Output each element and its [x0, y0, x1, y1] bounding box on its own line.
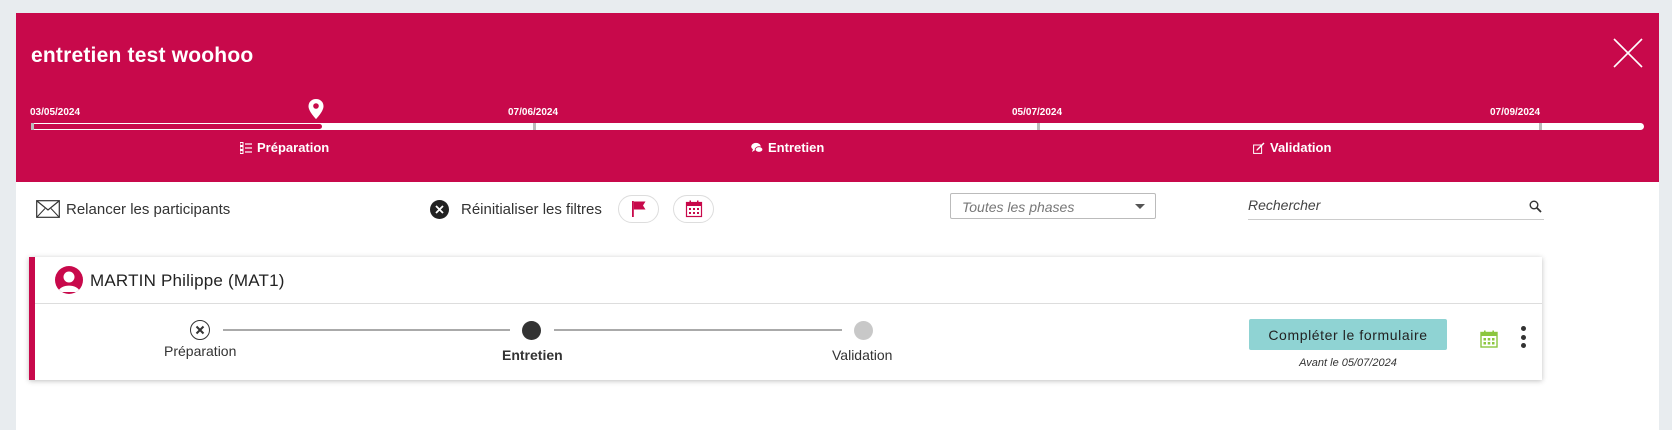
map-pin-icon [308, 99, 324, 119]
phase-label: Préparation [257, 140, 330, 155]
step-upcoming-dot [854, 321, 873, 340]
phase-label: Entretien [768, 140, 825, 155]
step-label-entretien: Entretien [502, 347, 563, 363]
reset-filters-label: Réinitialiser les filtres [461, 201, 602, 218]
relancer-label: Relancer les participants [66, 200, 231, 218]
step-label-preparation: Préparation [164, 343, 237, 359]
timeline-tick [533, 123, 536, 130]
kebab-menu-icon[interactable] [1519, 326, 1527, 348]
participant-stepper: Préparation Entretien Validation Complét… [35, 305, 1542, 380]
step-current-dot [522, 321, 541, 340]
campaign-header: entretien test woohoo 03/05/2024 07/06/2… [16, 13, 1659, 182]
campaign-panel: entretien test woohoo 03/05/2024 07/06/2… [16, 13, 1659, 430]
calendar-filter-button[interactable] [673, 195, 714, 223]
phase-label: Validation [1270, 140, 1332, 155]
deadline-text: Avant le 05/07/2024 [1299, 357, 1397, 369]
search-icon[interactable] [1529, 200, 1542, 213]
checklist-icon [240, 141, 252, 154]
timeline-date-end: 07/09/2024 [1490, 107, 1541, 118]
relancer-participants-button[interactable]: Relancer les participants [36, 199, 230, 219]
phase-entretien: Entretien [751, 140, 824, 155]
chat-icon [751, 142, 763, 153]
timeline-date-start: 03/05/2024 [30, 107, 81, 118]
step-connector [223, 329, 510, 331]
timeline-progress [32, 124, 322, 129]
search-box [1248, 193, 1544, 220]
participant-name: MARTIN Philippe (MAT1) [90, 271, 285, 290]
flag-icon [631, 201, 645, 217]
campaign-title: entretien test woohoo [31, 44, 254, 67]
phase-preparation: Préparation [240, 140, 329, 155]
flag-filter-button[interactable] [618, 195, 659, 223]
envelope-icon [36, 200, 60, 218]
timeline-tick [31, 123, 34, 130]
chevron-down-icon [1135, 204, 1145, 209]
calendar-icon[interactable] [1480, 330, 1498, 348]
search-input[interactable] [1248, 193, 1508, 217]
timeline-track [31, 123, 1644, 130]
x-circle-icon [430, 200, 449, 219]
step-skipped-icon [190, 320, 210, 340]
participant-card-header: MARTIN Philippe (MAT1) [35, 257, 1542, 304]
phase-validation: Validation [1253, 140, 1331, 155]
timeline-date-2: 07/06/2024 [508, 107, 559, 118]
calendar-icon [685, 200, 702, 218]
phase-filter-select[interactable]: Toutes les phases [950, 193, 1156, 219]
step-connector [554, 329, 842, 331]
reset-filters-button[interactable]: Réinitialiser les filtres [430, 200, 602, 219]
close-button[interactable] [1612, 37, 1644, 69]
user-avatar-icon [55, 266, 83, 294]
step-label-validation: Validation [832, 347, 893, 363]
timeline-date-3: 05/07/2024 [1012, 107, 1063, 118]
participant-card: MARTIN Philippe (MAT1) Préparation Entre… [29, 257, 1542, 380]
close-icon [1613, 38, 1643, 68]
phase-filter-value: Toutes les phases [962, 199, 1075, 215]
sign-icon [1253, 142, 1265, 154]
complete-form-button[interactable]: Compléter le formulaire [1249, 319, 1447, 350]
timeline-tick [1037, 123, 1040, 130]
timeline-tick [1539, 123, 1542, 130]
